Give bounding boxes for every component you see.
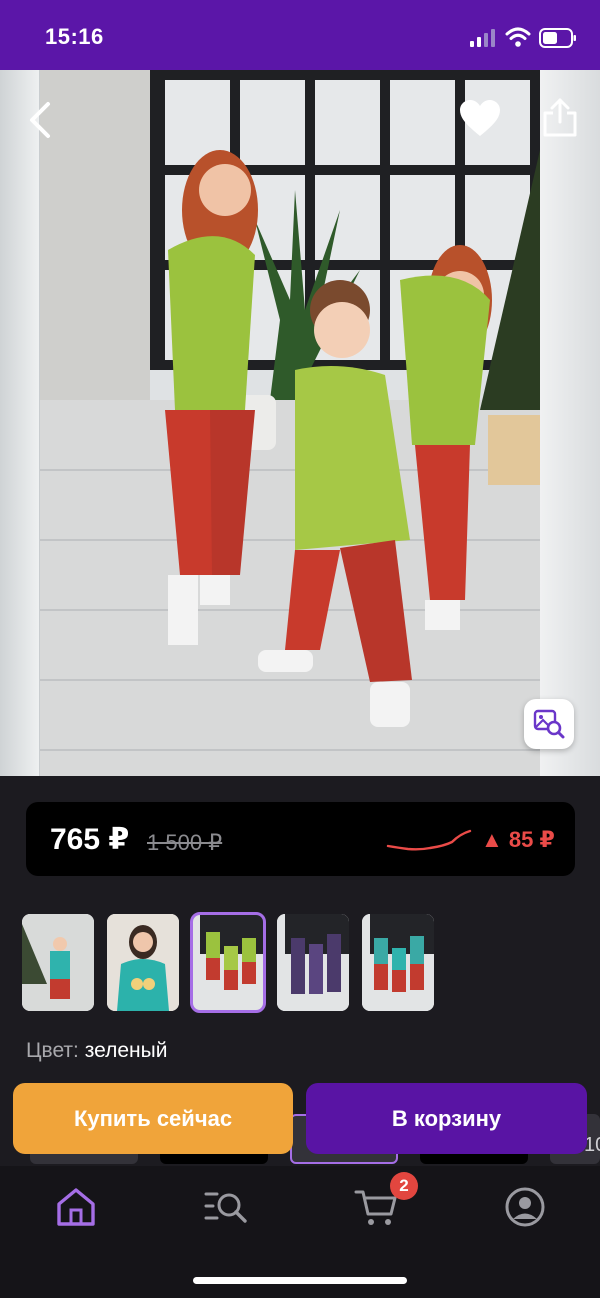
- wifi-icon: [505, 27, 531, 47]
- status-bar: 15:16: [0, 0, 600, 70]
- share-icon[interactable]: [540, 96, 580, 138]
- price-change: ▲ 85 ₽: [481, 827, 555, 852]
- thumbnail-4[interactable]: [277, 914, 349, 1011]
- thumbnail-2[interactable]: [107, 914, 179, 1011]
- back-chevron-icon[interactable]: [22, 100, 58, 140]
- add-to-cart-button[interactable]: В корзину: [306, 1083, 587, 1154]
- buy-now-button[interactable]: Купить сейчас: [13, 1083, 293, 1154]
- previous-photo-peek[interactable]: [0, 70, 40, 776]
- favorite-heart-icon[interactable]: [458, 98, 502, 138]
- catalog-search-icon[interactable]: [203, 1184, 249, 1230]
- price-trend-sparkline: [386, 829, 472, 851]
- old-price: 1 500 ₽: [147, 830, 223, 855]
- color-label: Цвет:: [26, 1039, 79, 1062]
- home-icon[interactable]: [53, 1184, 99, 1230]
- status-time: 15:16: [45, 24, 104, 49]
- current-price: 765 ₽: [50, 823, 130, 856]
- thumbnail-5[interactable]: [362, 914, 434, 1011]
- price-card[interactable]: 765 ₽ 1 500 ₽ ▲ 85 ₽: [26, 802, 575, 876]
- thumbnail-image: [22, 914, 94, 1011]
- thumbnail-3[interactable]: [190, 912, 266, 1013]
- cellular-signal-icon: [470, 29, 495, 47]
- product-photo-gallery[interactable]: [0, 70, 600, 776]
- thumbnail-image: [107, 914, 179, 1011]
- profile-icon[interactable]: [502, 1184, 548, 1230]
- visual-search-button[interactable]: [524, 699, 574, 749]
- cart-badge: 2: [390, 1172, 418, 1200]
- home-indicator: [193, 1277, 407, 1284]
- thumbnail-image: [362, 914, 434, 1011]
- color-value: зеленый: [84, 1039, 168, 1062]
- image-search-icon: [533, 709, 565, 739]
- color-selector[interactable]: Цвет: зеленый: [26, 1039, 167, 1063]
- next-photo-peek[interactable]: [540, 70, 600, 776]
- battery-icon: [539, 28, 576, 48]
- product-photo-image: [40, 70, 540, 776]
- thumbnail-1[interactable]: [22, 914, 94, 1011]
- product-photo[interactable]: [40, 70, 540, 776]
- thumbnail-image: [192, 914, 264, 1011]
- thumbnail-image: [277, 914, 349, 1011]
